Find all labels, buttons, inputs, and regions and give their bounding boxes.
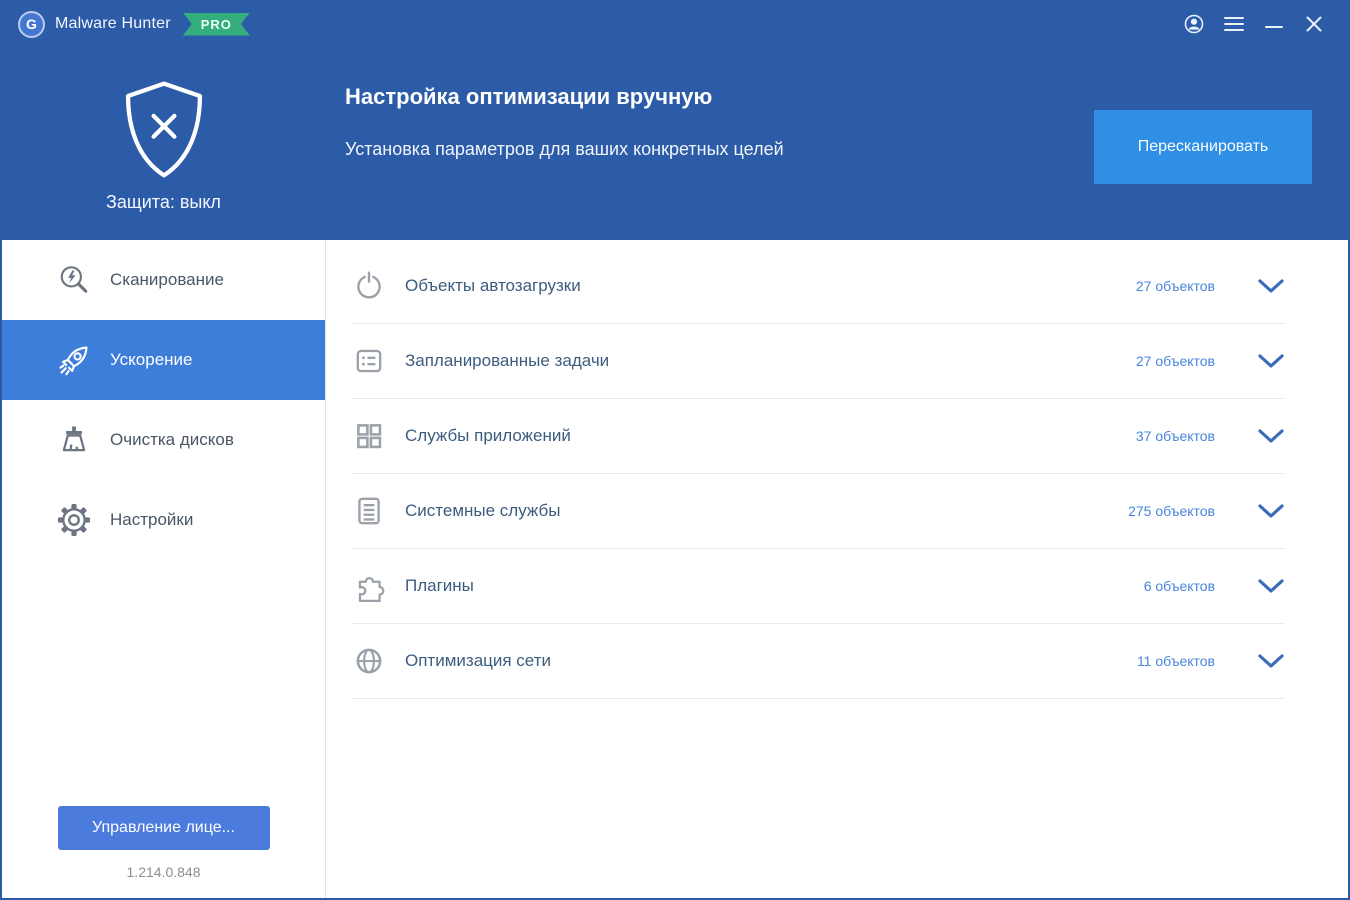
document-icon <box>351 493 387 529</box>
app-title: Malware Hunter <box>55 15 171 33</box>
optimization-row[interactable]: Системные службы 275 объектов <box>351 474 1285 549</box>
row-label: Объекты автозагрузки <box>405 276 1136 296</box>
optimization-row[interactable]: Плагины 6 объектов <box>351 549 1285 624</box>
sidebar-item-label: Очистка дисков <box>110 430 234 450</box>
row-object-count: 27 объектов <box>1136 278 1215 294</box>
app-window: G Malware Hunter PRO <box>0 0 1350 900</box>
sidebar-item-label: Сканирование <box>110 270 224 290</box>
version-label: 1.214.0.848 <box>2 864 325 880</box>
row-object-count: 6 объектов <box>1144 578 1215 594</box>
row-object-count: 11 объектов <box>1137 653 1215 669</box>
chevron-down-icon[interactable] <box>1257 652 1285 670</box>
rocket-icon <box>54 340 94 380</box>
sidebar-item-label: Ускорение <box>110 350 193 370</box>
broom-icon <box>54 420 94 460</box>
shield-off-icon <box>116 78 212 182</box>
menu-icon[interactable] <box>1216 8 1252 40</box>
optimization-row[interactable]: Службы приложений 37 объектов <box>351 399 1285 474</box>
globe-icon <box>351 643 387 679</box>
sidebar-item-settings[interactable]: Настройки <box>2 480 325 560</box>
optimization-list: Объекты автозагрузки 27 объектов Заплани… <box>326 240 1348 898</box>
row-label: Запланированные задачи <box>405 351 1136 371</box>
power-icon <box>351 268 387 304</box>
minimize-icon[interactable] <box>1256 8 1292 40</box>
chevron-down-icon[interactable] <box>1257 577 1285 595</box>
license-management-button[interactable]: Управление лице... <box>58 806 270 850</box>
chevron-down-icon[interactable] <box>1257 427 1285 445</box>
sidebar-bottom: Управление лице... 1.214.0.848 <box>2 806 325 880</box>
optimization-row[interactable]: Объекты автозагрузки 27 объектов <box>351 249 1285 324</box>
sidebar: Сканирование Ускорение Очистка дисков <box>2 240 326 898</box>
optimization-row[interactable]: Запланированные задачи 27 объектов <box>351 324 1285 399</box>
page-title: Настройка оптимизации вручную <box>345 84 1088 110</box>
rescan-button[interactable]: Пересканировать <box>1094 110 1312 184</box>
row-object-count: 27 объектов <box>1136 353 1215 369</box>
row-label: Службы приложений <box>405 426 1136 446</box>
gear-icon <box>54 500 94 540</box>
titlebar: G Malware Hunter PRO <box>2 2 1348 46</box>
app-body: Сканирование Ускорение Очистка дисков <box>2 240 1348 898</box>
row-label: Оптимизация сети <box>405 651 1137 671</box>
row-label: Плагины <box>405 576 1144 596</box>
chevron-down-icon[interactable] <box>1257 502 1285 520</box>
sidebar-item-label: Настройки <box>110 510 193 530</box>
sidebar-item-boost[interactable]: Ускорение <box>2 320 325 400</box>
sidebar-item-cleanup[interactable]: Очистка дисков <box>2 400 325 480</box>
pro-badge: PRO <box>183 13 250 36</box>
header: Защита: выкл Настройка оптимизации вручн… <box>2 46 1348 240</box>
protection-status: Защита: выкл <box>106 192 221 213</box>
protection-panel: Защита: выкл <box>2 46 325 240</box>
app-logo-icon: G <box>18 11 45 38</box>
header-main: Настройка оптимизации вручную Установка … <box>325 46 1348 240</box>
task-list-icon <box>351 343 387 379</box>
page-subtitle: Установка параметров для ваших конкретны… <box>345 139 1088 160</box>
chevron-down-icon[interactable] <box>1257 277 1285 295</box>
sidebar-item-scan[interactable]: Сканирование <box>2 240 325 320</box>
optimization-row[interactable]: Оптимизация сети 11 объектов <box>351 624 1285 699</box>
close-icon[interactable] <box>1296 8 1332 40</box>
chevron-down-icon[interactable] <box>1257 352 1285 370</box>
app-grid-icon <box>351 418 387 454</box>
row-label: Системные службы <box>405 501 1128 521</box>
row-object-count: 275 объектов <box>1128 503 1215 519</box>
sidebar-nav: Сканирование Ускорение Очистка дисков <box>2 240 325 560</box>
account-icon[interactable] <box>1176 8 1212 40</box>
row-object-count: 37 объектов <box>1136 428 1215 444</box>
puzzle-icon <box>351 568 387 604</box>
scan-icon <box>54 260 94 300</box>
